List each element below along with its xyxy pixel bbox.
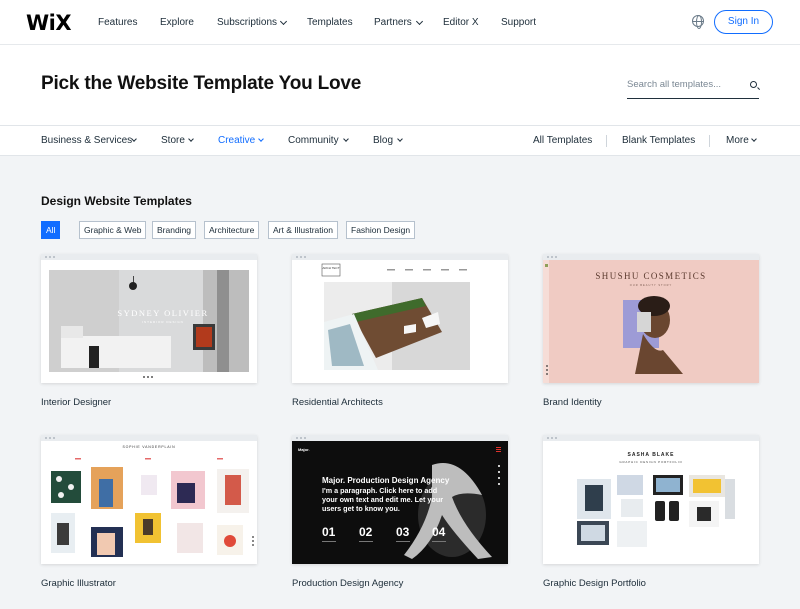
wix-logo[interactable]: WiX <box>26 11 72 35</box>
section-title: Design Website Templates <box>41 194 192 208</box>
chevron-down-icon <box>258 136 264 142</box>
template-card-graphic-design-portfolio[interactable]: SASHA BLAKE GRAPHIC DESIGN PORTFOLIO <box>543 435 759 564</box>
nav-explore[interactable]: Explore <box>160 17 194 28</box>
preview-number: 04 <box>432 525 446 539</box>
chevron-down-icon <box>343 136 349 142</box>
category-store[interactable]: Store <box>161 135 185 146</box>
template-preview: SASHA BLAKE GRAPHIC DESIGN PORTFOLIO <box>543 441 759 564</box>
preview-heading: SHUSHU COSMETICS <box>595 271 706 281</box>
chevron-down-icon <box>751 136 757 142</box>
nav-partners[interactable]: Partners <box>374 17 412 28</box>
template-name[interactable]: Interior Designer <box>41 397 111 408</box>
filter-chip-graphic-web[interactable]: Graphic & Web <box>79 221 147 239</box>
filter-chip-architecture[interactable]: Architecture <box>204 221 260 239</box>
template-name[interactable]: Production Design Agency <box>292 578 403 589</box>
template-card-graphic-illustrator[interactable]: SOPHIE VANDERPLAIN <box>41 435 257 564</box>
template-name[interactable]: Residential Architects <box>292 397 383 408</box>
preview-logo: Major. <box>298 447 310 452</box>
nav-subscriptions[interactable]: Subscriptions <box>217 17 277 28</box>
nav-templates[interactable]: Templates <box>307 17 353 28</box>
category-community[interactable]: Community <box>288 135 339 146</box>
more-menu[interactable]: More <box>726 135 749 146</box>
preview-number: 01 <box>322 525 336 539</box>
preview-number: 02 <box>359 525 373 539</box>
template-preview: SYDNEY OLIVIER INTERIOR DESIGN <box>49 270 249 381</box>
preview-heading: SOPHIE VANDERPLAIN <box>122 445 175 449</box>
globe-icon[interactable] <box>692 15 704 29</box>
template-card-brand-identity[interactable]: SHUSHU COSMETICS OUR BEAUTY STORY <box>543 254 759 383</box>
category-blog[interactable]: Blog <box>373 135 393 146</box>
template-preview: SOPHIE VANDERPLAIN <box>41 441 257 564</box>
svg-text:users get to know you.: users get to know you. <box>322 504 400 513</box>
template-card-production-design-agency[interactable]: Major. Major. Production Design Agency I… <box>292 435 508 564</box>
template-card-residential-architects[interactable]: ARCH TECT <box>292 254 508 383</box>
divider <box>709 135 710 147</box>
chevron-down-icon <box>415 17 424 26</box>
preview-logo: ARCH TECT <box>322 266 339 270</box>
preview-heading: SYDNEY OLIVIER <box>117 308 208 318</box>
preview-number: 03 <box>396 525 410 539</box>
template-preview: ARCH TECT <box>292 260 508 383</box>
filter-chip-fashion-design[interactable]: Fashion Design <box>346 221 416 239</box>
template-preview: SHUSHU COSMETICS OUR BEAUTY STORY <box>543 260 759 383</box>
top-navigation: WiX Features Explore Subscriptions Templ… <box>0 0 800 45</box>
all-templates-link[interactable]: All Templates <box>533 135 592 146</box>
template-name[interactable]: Graphic Design Portfolio <box>543 578 646 589</box>
search-icon[interactable] <box>750 81 757 88</box>
nav-support[interactable]: Support <box>501 17 536 28</box>
preview-heading: SASHA BLAKE <box>628 452 675 458</box>
search-input[interactable] <box>627 79 745 90</box>
svg-text:I'm a paragraph. Click here to: I'm a paragraph. Click here to add <box>322 486 437 495</box>
blank-templates-link[interactable]: Blank Templates <box>622 135 695 146</box>
template-card-interior-designer[interactable]: SYDNEY OLIVIER INTERIOR DESIGN <box>41 254 257 383</box>
nav-editor-x[interactable]: Editor X <box>443 17 479 28</box>
template-name[interactable]: Graphic Illustrator <box>41 578 116 589</box>
category-bar: Business & Services Store Creative Commu… <box>0 125 800 156</box>
hero-header: Pick the Website Template You Love <box>0 45 800 125</box>
divider <box>606 135 607 147</box>
chevron-down-icon <box>188 136 194 142</box>
svg-text:OUR BEAUTY STORY: OUR BEAUTY STORY <box>630 283 672 287</box>
nav-features[interactable]: Features <box>98 17 137 28</box>
filter-chip-all[interactable]: All <box>41 221 61 239</box>
chevron-down-icon <box>279 17 288 26</box>
category-creative[interactable]: Creative <box>218 135 255 146</box>
preview-subheading: GRAPHIC DESIGN PORTFOLIO <box>619 460 682 464</box>
template-name[interactable]: Brand Identity <box>543 397 602 408</box>
category-business-services[interactable]: Business & Services <box>41 135 132 146</box>
preview-heading: Major. Production Design Agency <box>322 476 450 485</box>
svg-text:your own text and edit me. Let: your own text and edit me. Let your <box>322 495 443 504</box>
sign-in-button[interactable]: Sign In <box>714 10 773 34</box>
filter-chip-art-illustration[interactable]: Art & Illustration <box>268 221 338 239</box>
template-preview: Major. Major. Production Design Agency I… <box>292 441 508 564</box>
search-box <box>627 77 759 99</box>
filter-chip-branding[interactable]: Branding <box>152 221 197 239</box>
page-title: Pick the Website Template You Love <box>41 73 362 94</box>
chevron-down-icon <box>397 136 403 142</box>
svg-text:INTERIOR DESIGN: INTERIOR DESIGN <box>142 320 184 324</box>
